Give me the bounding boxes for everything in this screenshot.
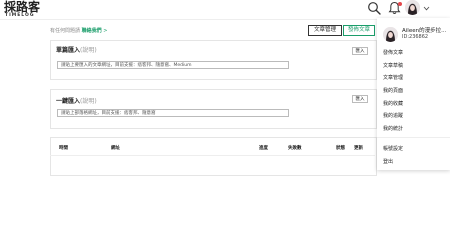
logo-subtitle: TIMELOG	[5, 13, 35, 18]
column-header-update: 更新	[354, 146, 363, 151]
single-import-title: 單篇匯入(說明)	[56, 45, 97, 54]
menu-avatar	[383, 27, 398, 42]
contact-arrow: >	[103, 28, 108, 34]
single-import-title-text: 單篇匯入	[56, 47, 81, 54]
batch-import-button[interactable]: 匯入	[352, 95, 368, 103]
table-header-divider	[50, 155, 375, 156]
help-prompt: 有任何問題請 聯絡我們 >	[50, 27, 107, 34]
notification-dot	[398, 2, 402, 6]
column-header-status: 狀態	[336, 146, 345, 151]
single-import-button[interactable]: 匯入	[352, 47, 368, 55]
single-import-url-input[interactable]: 請貼上要匯入的文章網址，目前支援：痞客邦、隨意窩、Medium	[57, 61, 289, 69]
menu-item-my-page[interactable]: 我的頁面	[383, 87, 403, 94]
column-header-time: 時間	[59, 146, 68, 151]
blog-url-input[interactable]: 請貼上部落格網址，目前支援：痞客邦、隨意窩	[57, 109, 289, 117]
avatar[interactable]	[405, 0, 420, 15]
menu-item-logout[interactable]: 登出	[383, 158, 393, 165]
batch-import-title-text: 一鍵匯入	[56, 98, 81, 105]
single-import-help-link[interactable]: (說明)	[80, 47, 97, 54]
menu-item-publish[interactable]: 發佈文章	[383, 49, 403, 56]
single-import-card	[50, 40, 377, 80]
menu-divider	[377, 137, 450, 138]
search-icon[interactable]	[367, 1, 381, 15]
menu-item-favorites[interactable]: 我的收藏	[383, 100, 403, 107]
menu-item-drafts[interactable]: 文章草稿	[383, 62, 403, 69]
menu-item-stats[interactable]: 我的統計	[383, 125, 403, 132]
column-header-url: 網址	[111, 146, 120, 151]
contact-link[interactable]: 聯絡我們	[82, 28, 102, 34]
manage-articles-button[interactable]: 文章管理	[308, 25, 342, 36]
batch-import-help-link[interactable]: (說明)	[80, 98, 97, 105]
menu-item-account-settings[interactable]: 帳號設定	[383, 145, 403, 152]
help-prompt-text: 有任何問題請	[50, 28, 81, 34]
menu-user-name[interactable]: Aileen的漫步拉...	[402, 26, 446, 34]
publish-article-button[interactable]: 發佈文章	[343, 25, 375, 36]
batch-import-title: 一鍵匯入(說明)	[56, 96, 97, 105]
column-header-failures: 失敗數	[288, 146, 302, 151]
column-header-progress: 進度	[259, 146, 268, 151]
menu-item-manage[interactable]: 文章管理	[383, 74, 403, 81]
import-history-table	[50, 137, 377, 176]
chevron-down-icon[interactable]	[423, 6, 430, 11]
menu-item-following[interactable]: 我的追蹤	[383, 112, 403, 119]
menu-user-id: ID:236862	[402, 34, 429, 40]
